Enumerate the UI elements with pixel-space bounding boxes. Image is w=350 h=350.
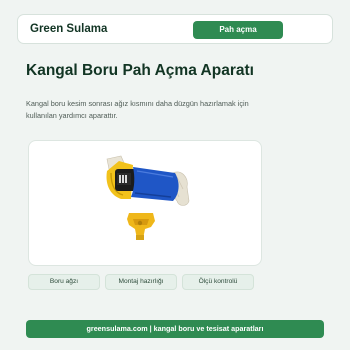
chip-montaj-hazirligi[interactable]: Montaj hazırlığı [105,274,177,290]
pah-acma-button[interactable]: Pah açma [193,21,283,39]
footer-banner[interactable]: greensulama.com | kangal boru ve tesisat… [26,320,324,338]
brand-logo-text[interactable]: Green Sulama [30,23,107,35]
feature-chips: Boru ağzı Montaj hazırlığı Ölçü kontrolü [28,274,258,290]
product-photo [106,155,190,240]
chip-olcu-kontrolu[interactable]: Ölçü kontrolü [182,274,254,290]
page-description: Kangal boru kesim sonrası ağız kısmını d… [26,99,249,120]
product-image-card [28,140,262,266]
site-header: Green Sulama Pah açma [17,14,333,44]
chip-boru-agzi[interactable]: Boru ağzı [28,274,100,290]
page-title: Kangal Boru Pah Açma Aparatı [26,62,254,79]
